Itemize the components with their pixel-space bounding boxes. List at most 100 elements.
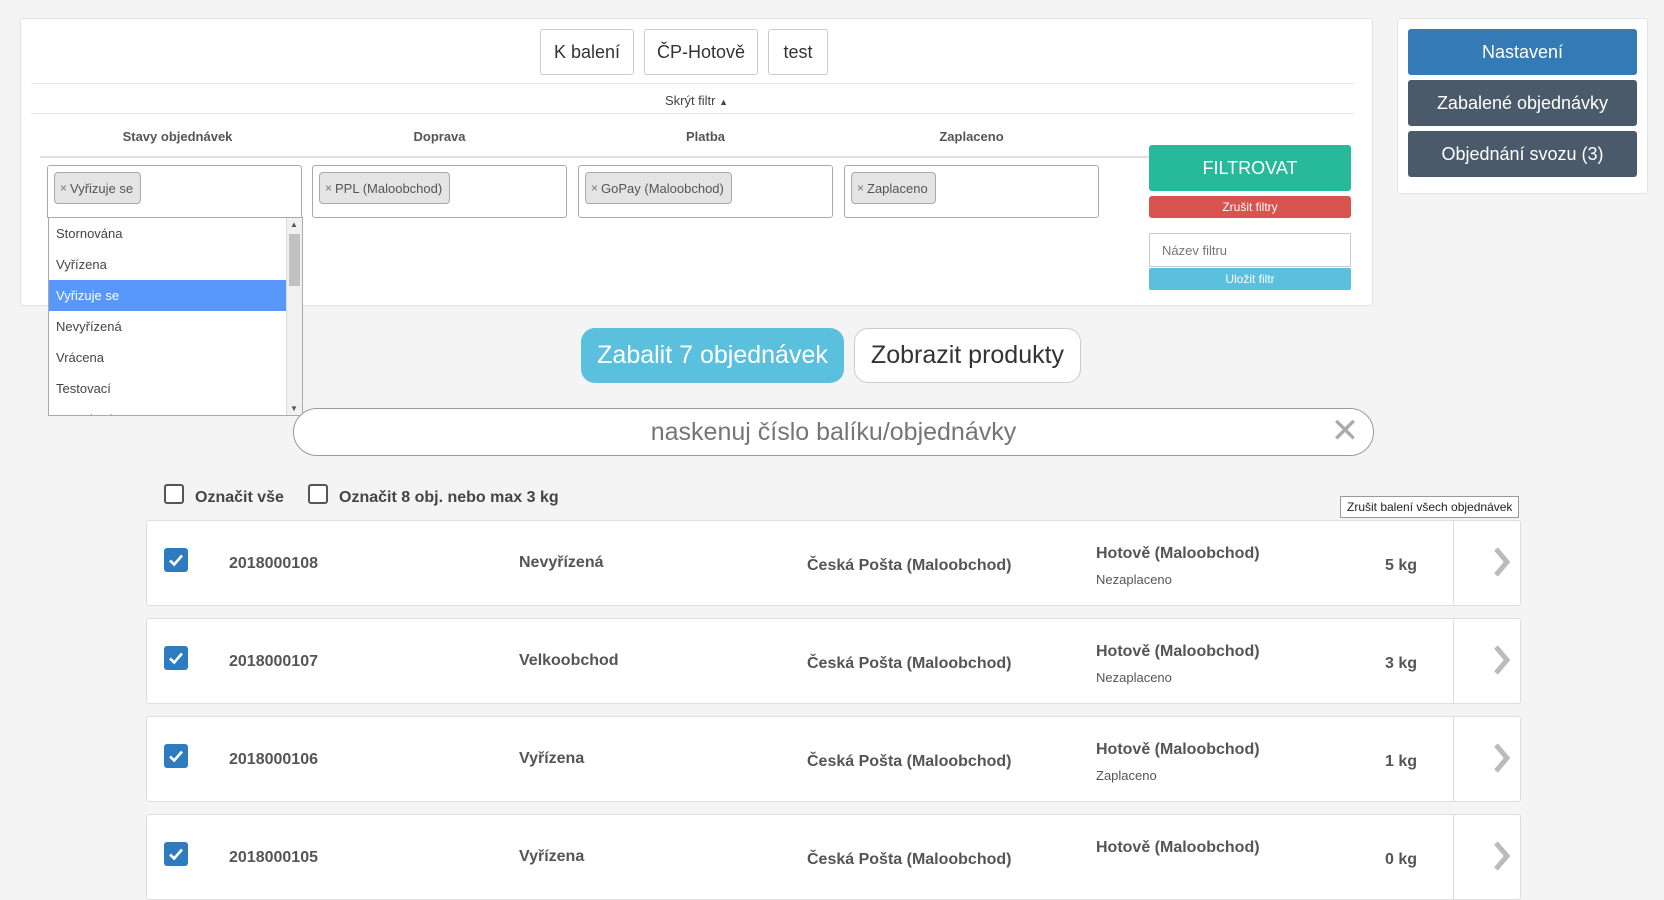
status-option[interactable]: Testovací bbox=[49, 373, 286, 404]
divider bbox=[31, 83, 1354, 84]
divider bbox=[1453, 619, 1454, 703]
order-paid-status: Zaplaceno bbox=[1096, 768, 1157, 783]
shipping-chip: × PPL (Maloobchod) bbox=[319, 172, 451, 204]
filter-name-input[interactable] bbox=[1149, 233, 1351, 267]
right-panel: Nastavení Zabalené objednávky Objednání … bbox=[1397, 18, 1648, 194]
row-checkbox[interactable] bbox=[164, 548, 188, 572]
remove-icon[interactable]: × bbox=[60, 181, 67, 195]
pack-orders-button[interactable]: Zabalit 7 objednávek bbox=[581, 328, 844, 383]
hide-filter-toggle[interactable]: Skrýt filtr ▲ bbox=[21, 93, 1372, 108]
select-all-checkbox[interactable] bbox=[164, 484, 184, 504]
column-header-payment: Platba bbox=[685, 129, 725, 144]
order-number: 2018000107 bbox=[229, 653, 318, 670]
remove-icon[interactable]: × bbox=[591, 181, 598, 195]
order-status: Nevyřízená bbox=[519, 554, 604, 571]
order-weight: 1 kg bbox=[1385, 753, 1418, 770]
status-dropdown[interactable]: Stornována Vyřízena Vyřizuje se Nevyříze… bbox=[48, 217, 303, 416]
order-row[interactable]: 2018000105 Vyřízena Česká Pošta (Maloobc… bbox=[146, 814, 1521, 900]
order-number: 2018000106 bbox=[229, 751, 318, 768]
order-payment: Hotově (Maloobchod) bbox=[1096, 545, 1260, 562]
remove-icon[interactable]: × bbox=[857, 181, 864, 195]
payment-chip-label: GoPay (Maloobchod) bbox=[601, 180, 724, 196]
order-weight: 5 kg bbox=[1385, 557, 1418, 574]
cancel-packing-tooltip: Zrušit balení všech objednávek bbox=[1340, 496, 1520, 518]
order-row[interactable]: 2018000106 Vyřízena Česká Pošta (Maloobc… bbox=[146, 716, 1521, 802]
order-row[interactable]: 2018000107 Velkoobchod Česká Pošta (Malo… bbox=[146, 618, 1521, 704]
paid-multiselect[interactable]: × Zaplaceno bbox=[844, 165, 1099, 218]
chevron-right-icon[interactable] bbox=[1492, 545, 1512, 579]
preset-test-button[interactable]: test bbox=[768, 29, 828, 75]
reset-filters-button[interactable]: Zrušit filtry bbox=[1149, 196, 1351, 218]
order-number: 2018000105 bbox=[229, 849, 318, 866]
select-limited-checkbox[interactable] bbox=[308, 484, 328, 504]
order-status: Vyřízena bbox=[519, 848, 585, 865]
order-shipping: Česká Pošta (Maloobchod) bbox=[807, 557, 1012, 574]
status-option[interactable]: Stornována bbox=[49, 218, 286, 249]
scroll-up-icon[interactable]: ▲ bbox=[290, 220, 298, 229]
row-checkbox[interactable] bbox=[164, 842, 188, 866]
filter-button[interactable]: FILTROVAT bbox=[1149, 145, 1351, 191]
divider bbox=[1453, 717, 1454, 801]
packed-orders-button[interactable]: Zabalené objednávky bbox=[1408, 80, 1637, 126]
order-payment: Hotově (Maloobchod) bbox=[1096, 839, 1260, 856]
dropdown-scrollbar[interactable]: ▲ ▼ bbox=[286, 218, 302, 415]
column-header-paid: Zaplaceno bbox=[939, 129, 1004, 144]
select-limited-label: Označit 8 obj. nebo max 3 kg bbox=[339, 489, 559, 506]
order-status: Vyřízena bbox=[519, 750, 585, 767]
status-chip: × Vyřizuje se bbox=[54, 172, 142, 204]
pickup-order-button[interactable]: Objednání svozu (3) bbox=[1408, 131, 1637, 177]
order-weight: 3 kg bbox=[1385, 655, 1418, 672]
save-filter-button[interactable]: Uložit filtr bbox=[1149, 268, 1351, 290]
order-paid-status: Nezaplaceno bbox=[1096, 572, 1172, 587]
check-icon bbox=[169, 554, 183, 567]
status-option[interactable]: Vrácena bbox=[49, 342, 286, 373]
order-row[interactable]: 2018000108 Nevyřízená Česká Pošta (Maloo… bbox=[146, 520, 1521, 606]
shipping-multiselect[interactable]: × PPL (Maloobchod) bbox=[312, 165, 567, 218]
preset-k-baleni-button[interactable]: K balení bbox=[540, 29, 634, 75]
order-shipping: Česká Pošta (Maloobchod) bbox=[807, 655, 1012, 672]
settings-button[interactable]: Nastavení bbox=[1408, 29, 1637, 75]
order-number: 2018000108 bbox=[229, 555, 318, 572]
close-icon[interactable]: ✕ bbox=[1330, 414, 1360, 448]
order-status: Velkoobchod bbox=[519, 652, 619, 669]
scroll-down-icon[interactable]: ▼ bbox=[290, 404, 298, 413]
row-checkbox[interactable] bbox=[164, 646, 188, 670]
column-header-status: Stavy objednávek bbox=[122, 129, 233, 144]
column-header-shipping: Doprava bbox=[413, 129, 466, 144]
status-option-selected[interactable]: Vyřizuje se bbox=[49, 280, 286, 311]
check-icon bbox=[169, 848, 183, 861]
scrollbar-thumb[interactable] bbox=[289, 234, 300, 286]
order-weight: 0 kg bbox=[1385, 851, 1418, 868]
column-underline bbox=[40, 156, 1150, 158]
preset-cp-hotove-button[interactable]: ČP-Hotově bbox=[644, 29, 758, 75]
shipping-chip-label: PPL (Maloobchod) bbox=[335, 180, 443, 196]
divider bbox=[1453, 815, 1454, 899]
status-multiselect[interactable]: × Vyřizuje se bbox=[47, 165, 302, 218]
row-checkbox[interactable] bbox=[164, 744, 188, 768]
scan-input[interactable] bbox=[293, 408, 1374, 456]
order-paid-status: Nezaplaceno bbox=[1096, 670, 1172, 685]
chevron-right-icon[interactable] bbox=[1492, 741, 1512, 775]
chevron-right-icon[interactable] bbox=[1492, 839, 1512, 873]
status-option[interactable]: Vyřízena bbox=[49, 249, 286, 280]
divider bbox=[31, 113, 1354, 114]
status-chip-label: Vyřizuje se bbox=[70, 180, 134, 196]
status-option[interactable]: Nevyřízená bbox=[49, 311, 286, 342]
order-shipping: Česká Pošta (Maloobchod) bbox=[807, 753, 1012, 770]
show-products-button[interactable]: Zobrazit produkty bbox=[854, 328, 1081, 383]
order-shipping: Česká Pošta (Maloobchod) bbox=[807, 851, 1012, 868]
payment-multiselect[interactable]: × GoPay (Maloobchod) bbox=[578, 165, 833, 218]
paid-chip-label: Zaplaceno bbox=[867, 180, 928, 196]
remove-icon[interactable]: × bbox=[325, 181, 332, 195]
divider bbox=[1453, 521, 1454, 605]
caret-up-icon: ▲ bbox=[719, 97, 729, 107]
chevron-right-icon[interactable] bbox=[1492, 643, 1512, 677]
select-all-label: Označit vše bbox=[195, 489, 284, 506]
hide-filter-label: Skrýt filtr bbox=[664, 93, 716, 108]
order-payment: Hotově (Maloobchod) bbox=[1096, 741, 1260, 758]
check-icon bbox=[169, 652, 183, 665]
payment-chip: × GoPay (Maloobchod) bbox=[585, 172, 732, 204]
check-icon bbox=[169, 750, 183, 763]
status-option[interactable]: Expedována bbox=[49, 404, 286, 415]
order-payment: Hotově (Maloobchod) bbox=[1096, 643, 1260, 660]
